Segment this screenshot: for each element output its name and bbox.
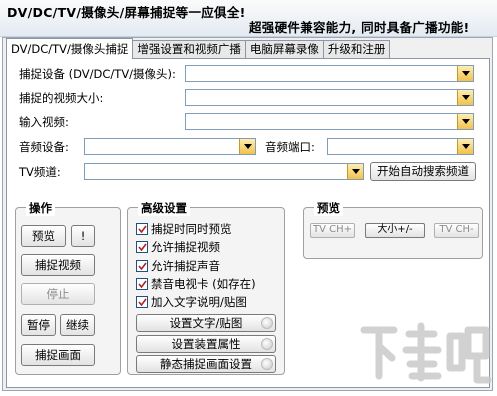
check-icon[interactable] — [136, 241, 148, 253]
operations-title: 操作 — [26, 200, 55, 216]
capture-device-select[interactable] — [185, 65, 474, 82]
banner-headline: DV/DC/TV/摄像头/屏幕捕捉等一应俱全! — [7, 5, 246, 20]
input-video-select[interactable] — [185, 113, 474, 130]
capture-video-button[interactable]: 捕捉视频 — [21, 254, 95, 276]
chevron-down-icon[interactable] — [457, 139, 473, 154]
options-dot-icon — [261, 358, 273, 370]
tv-channel-select[interactable] — [84, 163, 364, 180]
chevron-down-icon[interactable] — [457, 114, 473, 129]
static-capture-settings-button[interactable]: 静态捕捉画面设置 — [136, 355, 276, 373]
check-icon[interactable] — [136, 296, 148, 308]
advanced-settings-group: 高级设置 捕捉时同时预览 允许捕捉视频 允许捕捉声音 禁音电视卡 (如存在) 加… — [127, 200, 285, 375]
tab-strip: DV/DC/TV/摄像头捕捉 增强设置和视频广播 电脑屏幕录像 升级和注册 — [6, 38, 391, 59]
device-properties-button[interactable]: 设置装置属性 — [136, 335, 276, 353]
checkbox-preview-while-capture[interactable]: 捕捉时同时预览 — [136, 221, 232, 237]
auto-search-channel-button[interactable]: 开始自动搜索频道 — [370, 162, 476, 181]
stop-button[interactable]: 停止 — [21, 283, 95, 305]
set-text-overlay-button[interactable]: 设置文字/贴图 — [136, 314, 276, 332]
options-dot-icon — [261, 317, 273, 329]
preview-button[interactable]: 预览 — [21, 225, 66, 247]
top-banner: DV/DC/TV/摄像头/屏幕捕捉等一应俱全! 超强硬件兼容能力, 同时具备广播… — [0, 0, 497, 37]
video-size-select[interactable] — [185, 89, 474, 106]
audio-device-select[interactable] — [84, 138, 256, 155]
audio-device-label: 音频设备: — [19, 140, 69, 154]
tab-upgrade-register[interactable]: 升级和注册 — [322, 40, 391, 58]
check-icon[interactable] — [136, 260, 148, 272]
tab-screen-record[interactable]: 电脑屏幕录像 — [244, 40, 324, 58]
preview-group: 预览 TV CH+ 大小+/- TV CH- — [303, 200, 483, 259]
check-icon[interactable] — [136, 278, 148, 290]
preview-size-button[interactable]: 大小+/- — [365, 223, 425, 238]
checkbox-mute-tv-card[interactable]: 禁音电视卡 (如存在) — [136, 276, 256, 292]
tab-capture[interactable]: DV/DC/TV/摄像头捕捉 — [6, 38, 134, 59]
tv-channel-label: TV频道: — [19, 165, 61, 179]
chevron-down-icon[interactable] — [457, 90, 473, 105]
pause-button[interactable]: 暂停 — [21, 314, 56, 336]
preview-title: 预览 — [314, 200, 343, 216]
chevron-down-icon[interactable] — [239, 139, 255, 154]
options-dot-icon — [261, 338, 273, 350]
continue-button[interactable]: 继续 — [60, 314, 95, 336]
audio-port-select[interactable] — [327, 138, 474, 155]
tab-enhanced-broadcast[interactable]: 增强设置和视频广播 — [132, 40, 246, 58]
chevron-down-icon[interactable] — [457, 66, 473, 81]
advanced-settings-title: 高级设置 — [138, 200, 190, 216]
preview-options-button[interactable]: ! — [71, 225, 95, 247]
check-icon[interactable] — [136, 223, 148, 235]
checkbox-allow-video[interactable]: 允许捕捉视频 — [136, 239, 220, 255]
chevron-down-icon[interactable] — [347, 164, 363, 179]
audio-port-label: 音频端口: — [265, 140, 315, 154]
input-video-label: 输入视频: — [19, 115, 69, 129]
video-size-label: 捕捉的视频大小: — [19, 91, 104, 105]
site-watermark-logo — [354, 316, 494, 392]
capture-frame-button[interactable]: 捕捉画面 — [21, 344, 95, 366]
tv-channel-up-button[interactable]: TV CH+ — [310, 223, 355, 238]
tv-channel-down-button[interactable]: TV CH- — [434, 223, 479, 238]
capture-device-label: 捕捉设备 (DV/DC/TV/摄像头): — [19, 67, 176, 81]
operations-group: 操作 预览 ! 捕捉视频 停止 暂停 继续 捕捉画面 — [15, 200, 121, 375]
checkbox-add-text-overlay[interactable]: 加入文字说明/贴图 — [136, 294, 247, 310]
banner-subline: 超强硬件兼容能力, 同时具备广播功能! — [249, 20, 470, 35]
checkbox-allow-audio[interactable]: 允许捕捉声音 — [136, 258, 220, 274]
